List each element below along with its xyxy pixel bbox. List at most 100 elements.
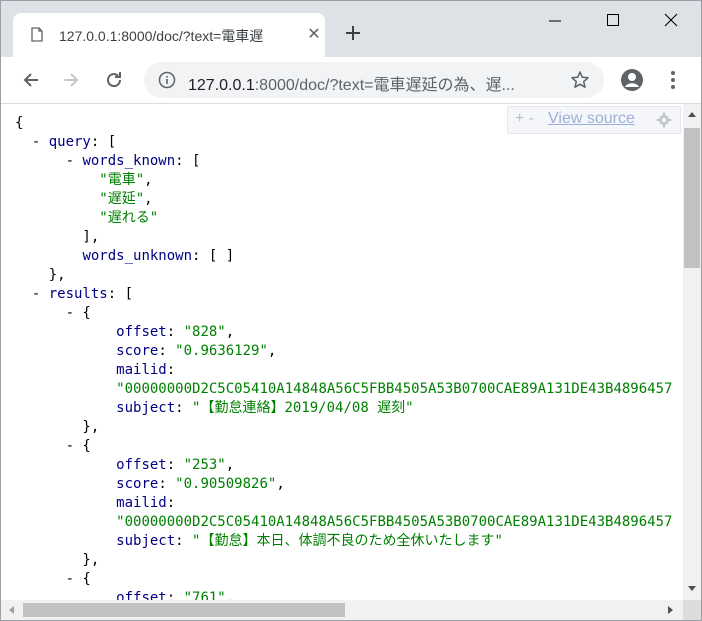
star-icon[interactable]: [570, 70, 590, 90]
json-line: - {: [15, 437, 672, 456]
json-punctuation: [15, 324, 116, 340]
json-punctuation: [15, 362, 116, 378]
json-punctuation: ],: [15, 229, 100, 245]
json-string-value: "0.9636129": [175, 343, 268, 359]
active-tab[interactable]: 127.0.0.1:8000/doc/?text=電車遅 ✕: [13, 13, 325, 57]
json-punctuation: ,: [225, 457, 235, 473]
scrollbar-corner: [683, 600, 701, 620]
json-line: offset: "828",: [15, 323, 672, 342]
json-key: offset: [116, 457, 167, 473]
json-punctuation: ,: [225, 590, 235, 600]
json-punctuation: [15, 457, 116, 473]
json-line: - query: [: [15, 133, 672, 152]
json-line: },: [15, 266, 672, 285]
json-punctuation: ,: [225, 324, 235, 340]
json-line: "00000000D2C5C05410A14848A56C5FBB4505A53…: [15, 513, 672, 532]
json-line: offset: "253",: [15, 456, 672, 475]
browser-window: 127.0.0.1:8000/doc/?text=電車遅 ✕ 127.0.0.1…: [0, 0, 702, 621]
json-line: score: "0.9636129",: [15, 342, 672, 361]
vertical-scroll-thumb[interactable]: [684, 128, 700, 268]
json-punctuation: [15, 343, 116, 359]
json-punctuation: - {: [15, 305, 91, 321]
json-punctuation: : [: [90, 134, 117, 150]
view-source-panel: + - View source: [507, 106, 681, 134]
json-key: mailid: [116, 362, 167, 378]
maximize-icon[interactable]: [590, 9, 636, 33]
json-string-value: "00000000D2C5C05410A14848A56C5FBB4505A53…: [116, 381, 673, 397]
reload-icon[interactable]: [102, 68, 126, 92]
json-punctuation: -: [15, 286, 49, 302]
json-key: offset: [116, 324, 167, 340]
json-key: words_unknown: [82, 248, 193, 264]
json-line: },: [15, 551, 672, 570]
json-punctuation: :: [175, 400, 193, 416]
json-punctuation: :: [158, 343, 176, 359]
json-string-value: "電車": [99, 172, 145, 188]
horizontal-scrollbar[interactable]: [1, 600, 683, 620]
json-punctuation: : [: [107, 286, 134, 302]
vertical-scrollbar[interactable]: [683, 104, 701, 600]
horizontal-scroll-thumb[interactable]: [23, 603, 345, 617]
address-bar[interactable]: 127.0.0.1:8000/doc/?text=電車遅延の為、遅...: [144, 62, 604, 98]
json-punctuation: : [: [175, 153, 201, 169]
info-icon[interactable]: [158, 71, 176, 89]
json-line: subject: "【勤怠】本日、体調不良のため全休いたします": [15, 532, 672, 551]
more-menu-icon[interactable]: [665, 68, 681, 92]
json-line: mailid:: [15, 361, 672, 380]
json-punctuation: },: [15, 552, 100, 568]
json-string-value: "遅延": [99, 191, 145, 207]
forward-arrow-icon[interactable]: [59, 68, 83, 92]
document-icon: [31, 27, 43, 42]
json-line: offset: "761",: [15, 589, 672, 600]
json-string-value: "【勤怠】本日、体調不良のため全休いたします": [192, 533, 503, 549]
json-punctuation: :: [166, 495, 176, 511]
json-punctuation: :: [166, 590, 184, 600]
json-string-value: "253": [183, 457, 226, 473]
json-string-value: "00000000D2C5C05410A14848A56C5FBB4505A53…: [116, 514, 673, 530]
tab-strip: 127.0.0.1:8000/doc/?text=電車遅 ✕: [1, 1, 701, 57]
json-line: - {: [15, 570, 672, 589]
json-line: },: [15, 418, 672, 437]
url-text[interactable]: 127.0.0.1:8000/doc/?text=電車遅延の為、遅...: [188, 71, 548, 95]
json-punctuation: ,: [276, 476, 285, 492]
scroll-up-arrow-icon[interactable]: [687, 110, 697, 118]
tab-title: 127.0.0.1:8000/doc/?text=電車遅: [59, 28, 264, 44]
json-string-value: "0.90509826": [175, 476, 277, 492]
json-punctuation: -: [15, 134, 49, 150]
json-key: mailid: [116, 495, 167, 511]
json-punctuation: ,: [144, 191, 153, 207]
json-line: ],: [15, 228, 672, 247]
json-key: results: [48, 286, 108, 302]
json-punctuation: [15, 590, 116, 600]
json-punctuation: },: [15, 267, 66, 283]
json-line: - {: [15, 304, 672, 323]
close-window-icon[interactable]: [648, 9, 694, 33]
minimize-icon[interactable]: [532, 9, 578, 33]
json-punctuation: [15, 400, 116, 416]
json-line: words_unknown: [ ]: [15, 247, 672, 266]
json-punctuation: :: [175, 533, 193, 549]
json-punctuation: },: [15, 419, 100, 435]
json-key: subject: [116, 533, 176, 549]
scroll-down-arrow-icon[interactable]: [687, 585, 697, 593]
json-line: "遅延",: [15, 190, 672, 209]
gear-icon[interactable]: [656, 112, 672, 128]
json-punctuation: :: [166, 324, 184, 340]
scroll-right-arrow-icon[interactable]: [667, 605, 675, 615]
scroll-left-arrow-icon[interactable]: [7, 605, 15, 615]
close-tab-icon[interactable]: ✕: [305, 25, 323, 43]
profile-avatar-icon[interactable]: [620, 68, 644, 92]
expand-collapse-toggle[interactable]: + -: [515, 110, 534, 128]
json-string-value: "遅れる": [99, 210, 159, 226]
json-punctuation: [15, 476, 116, 492]
json-line: mailid:: [15, 494, 672, 513]
view-source-link[interactable]: View source: [548, 110, 635, 128]
new-tab-icon[interactable]: [341, 21, 365, 45]
back-arrow-icon[interactable]: [19, 68, 43, 92]
json-punctuation: - {: [15, 438, 91, 454]
page-content: { - query: [ - words_known: [ "電車", "遅延"…: [1, 104, 683, 600]
json-punctuation: [15, 495, 116, 511]
url-rest: :8000/doc/?text=電車遅延の為、遅...: [254, 77, 515, 94]
json-line: "遅れる": [15, 209, 672, 228]
json-viewer: { - query: [ - words_known: [ "電車", "遅延"…: [15, 114, 672, 600]
